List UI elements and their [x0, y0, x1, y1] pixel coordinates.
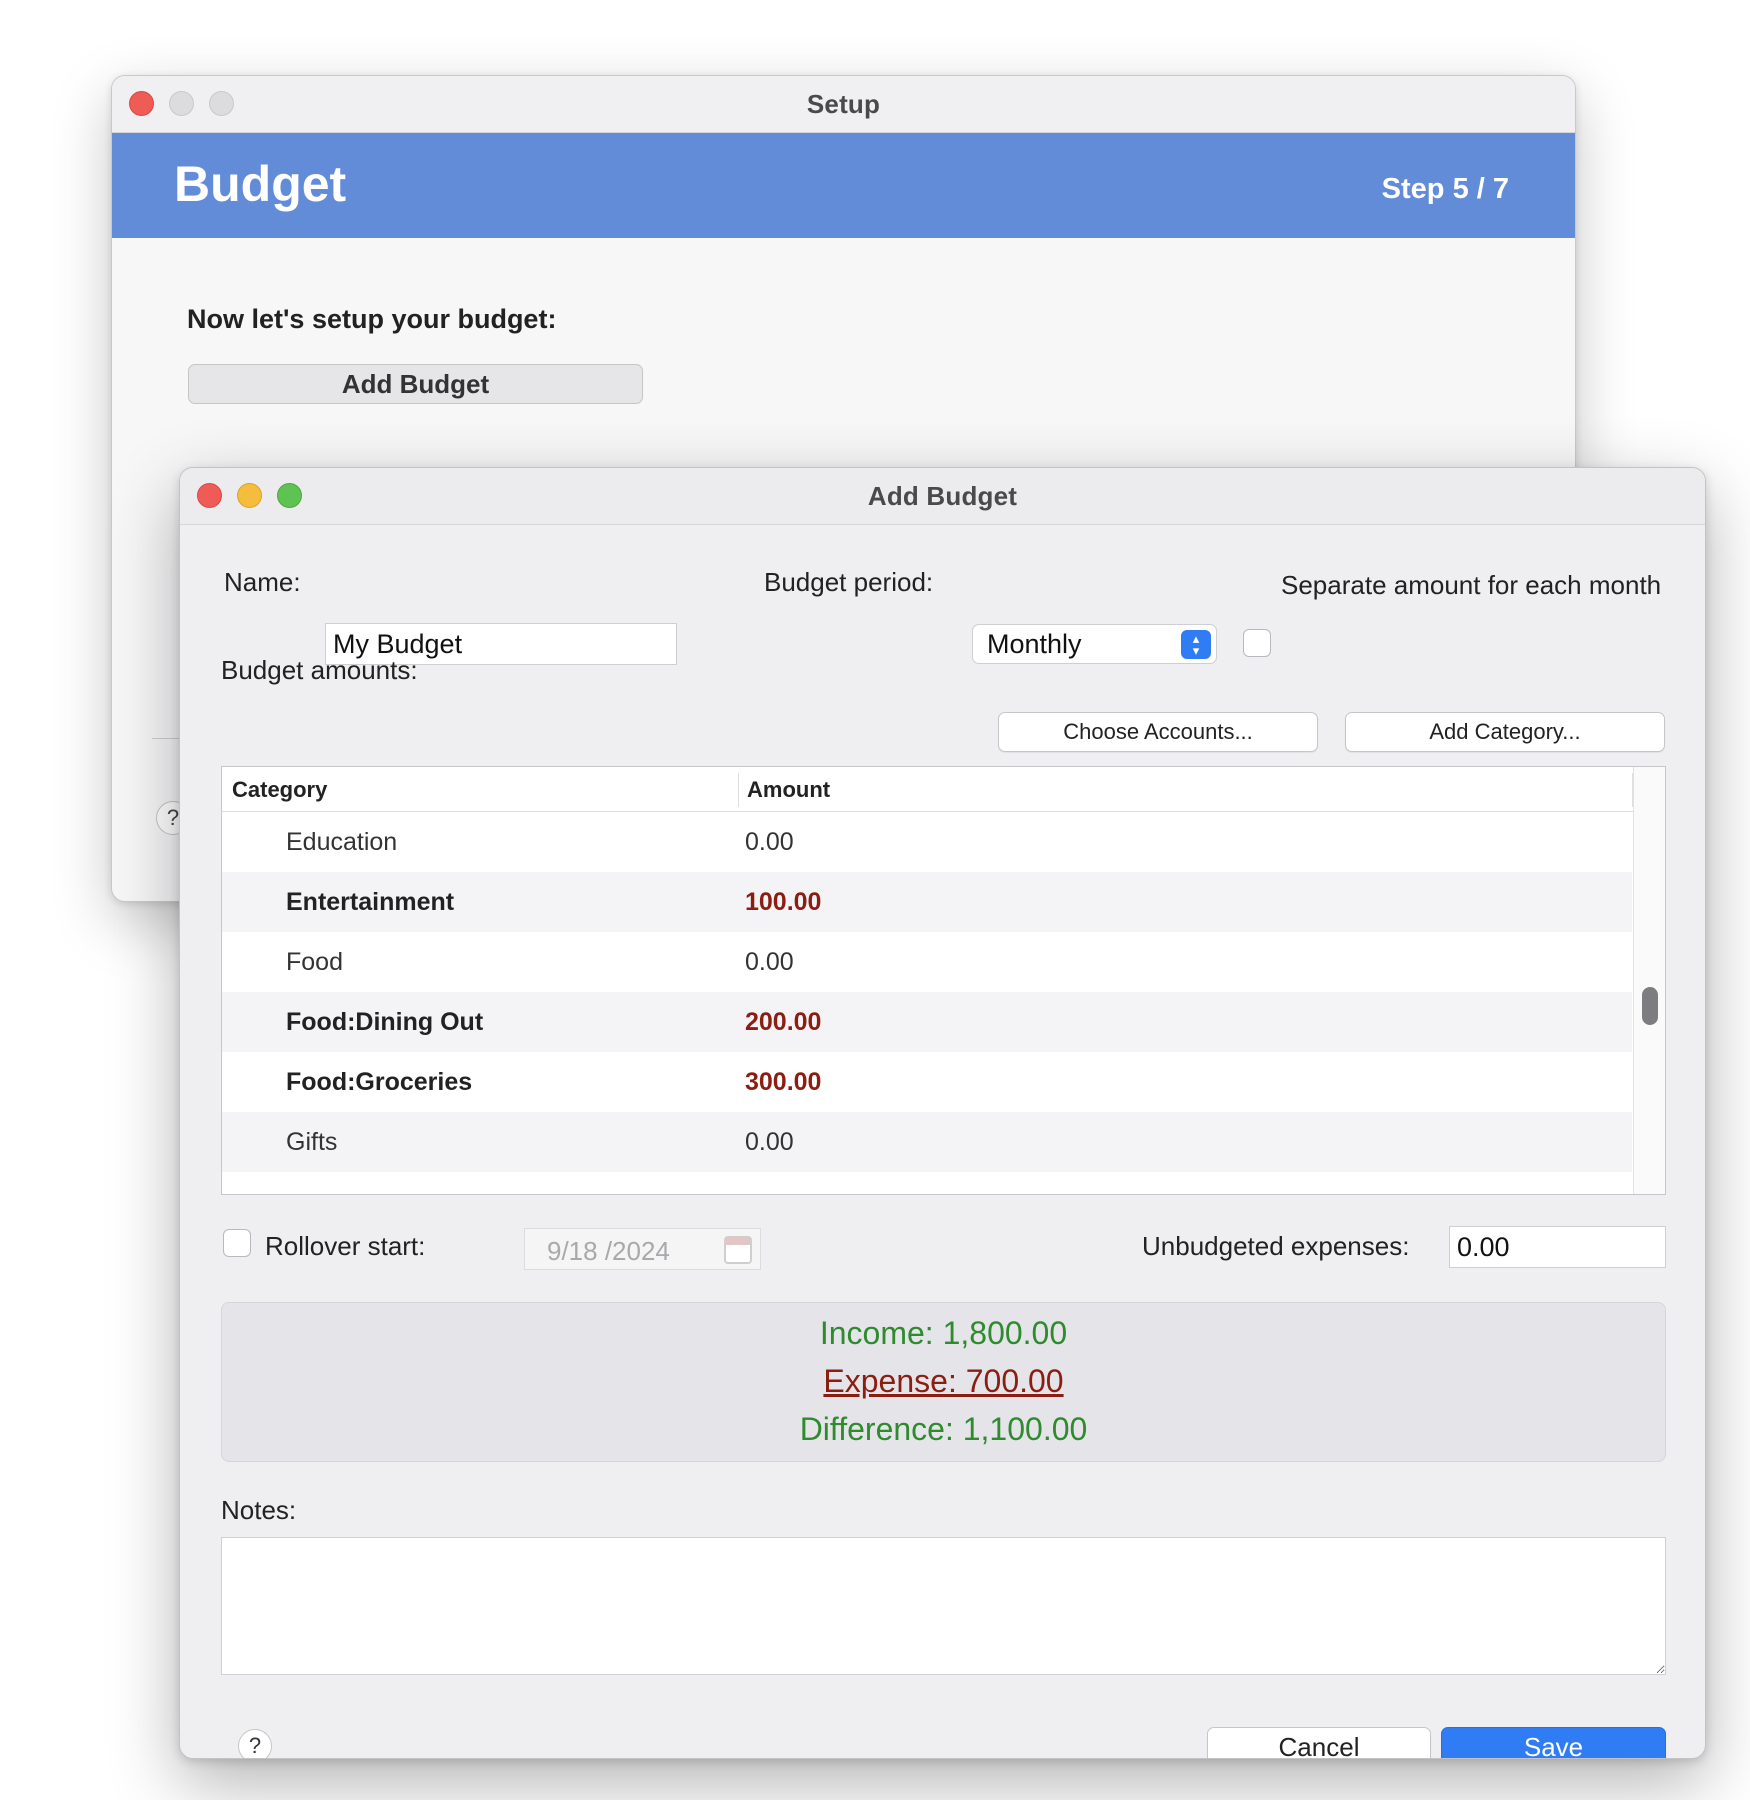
add-budget-window: Add Budget Name: Budget period: Monthly …	[179, 467, 1706, 1759]
category-cell: Education	[286, 828, 398, 856]
window-title: Add Budget	[867, 480, 1018, 511]
setup-prompt: Now let's setup your budget:	[187, 304, 557, 334]
column-divider	[738, 773, 739, 807]
cancel-button[interactable]: Cancel	[1207, 1727, 1431, 1758]
table-body: Education 0.00 Entertainment 100.00 Food…	[222, 812, 1632, 1172]
rollover-date-value: 9/18 /2024	[547, 1236, 670, 1266]
minimize-window-button[interactable]	[169, 91, 194, 116]
column-header-category[interactable]: Category	[232, 777, 327, 803]
setup-header: Budget Step 5 / 7	[112, 133, 1575, 238]
add-budget-body: Name: Budget period: Monthly ▴▾ Separate…	[180, 525, 1705, 1758]
notes-textarea[interactable]	[221, 1537, 1666, 1675]
rollover-start-label: Rollover start:	[265, 1231, 426, 1261]
close-window-button[interactable]	[197, 483, 222, 508]
close-window-button[interactable]	[129, 91, 154, 116]
category-cell: Food:Groceries	[286, 1068, 473, 1096]
table-row[interactable]: Food 0.00	[222, 932, 1632, 992]
budget-period-label: Budget period:	[764, 567, 934, 597]
add-budget-titlebar: Add Budget	[180, 468, 1705, 525]
budget-period-select[interactable]: Monthly ▴ ▾	[972, 624, 1217, 664]
table-row[interactable]: Education 0.00	[222, 812, 1632, 872]
scrollbar-thumb[interactable]	[1642, 987, 1658, 1025]
budget-period-value: Monthly	[987, 629, 1082, 659]
table-row[interactable]: Gifts 0.00	[222, 1112, 1632, 1172]
calendar-icon[interactable]	[724, 1236, 752, 1264]
table-scrollbar[interactable]	[1633, 767, 1665, 1194]
budget-summary: Income: 1,800.00 Expense: 700.00 Differe…	[221, 1302, 1666, 1462]
category-cell: Food	[286, 948, 343, 976]
table-row[interactable]: Entertainment 100.00	[222, 872, 1632, 932]
unbudgeted-expenses-input[interactable]	[1449, 1226, 1666, 1268]
zoom-window-button[interactable]	[277, 483, 302, 508]
category-cell: Food:Dining Out	[286, 1008, 484, 1036]
help-button[interactable]: ?	[238, 1729, 272, 1758]
column-header-amount[interactable]: Amount	[747, 777, 830, 803]
zoom-window-button[interactable]	[209, 91, 234, 116]
amount-cell[interactable]: 300.00	[745, 1068, 821, 1097]
table-header: Category Amount	[222, 767, 1665, 812]
unbudgeted-expenses-label: Unbudgeted expenses:	[1142, 1231, 1410, 1261]
rollover-date-field[interactable]: 9/18 /2024	[524, 1228, 761, 1270]
add-category-button[interactable]: Add Category...	[1345, 712, 1665, 752]
amount-cell[interactable]: 0.00	[745, 828, 794, 857]
setup-titlebar: Setup	[112, 76, 1575, 133]
amount-cell[interactable]: 200.00	[745, 1008, 821, 1037]
choose-accounts-button[interactable]: Choose Accounts...	[998, 712, 1318, 752]
chevron-up-down-icon: ▴ ▾	[1181, 630, 1211, 659]
category-cell: Gifts	[286, 1128, 338, 1156]
category-cell: Entertainment	[286, 888, 455, 916]
difference-total: Difference: 1,100.00	[799, 1411, 1088, 1447]
amount-cell[interactable]: 0.00	[745, 948, 794, 977]
table-row[interactable]: Food:Groceries 300.00	[222, 1052, 1632, 1112]
window-controls	[129, 91, 234, 116]
separate-amount-label: Separate amount for each month	[1281, 570, 1662, 600]
notes-label: Notes:	[221, 1495, 297, 1525]
window-controls	[197, 483, 302, 508]
add-budget-button[interactable]: Add Budget	[188, 364, 643, 404]
table-row[interactable]: Food:Dining Out 200.00	[222, 992, 1632, 1052]
save-button[interactable]: Save	[1441, 1727, 1666, 1758]
window-title: Setup	[806, 88, 881, 119]
budget-table: Category Amount Education 0.00 Entertain…	[221, 766, 1666, 1195]
income-total: Income: 1,800.00	[819, 1315, 1068, 1351]
amount-cell[interactable]: 100.00	[745, 888, 821, 917]
budget-amounts-label: Budget amounts:	[221, 655, 418, 685]
rollover-checkbox[interactable]	[223, 1229, 251, 1257]
name-label: Name:	[224, 567, 301, 597]
amount-cell[interactable]: 0.00	[745, 1128, 794, 1157]
separate-amount-checkbox[interactable]	[1243, 629, 1271, 657]
page-title: Budget	[174, 156, 347, 212]
minimize-window-button[interactable]	[237, 483, 262, 508]
step-indicator: Step 5 / 7	[1381, 173, 1509, 205]
expense-total[interactable]: Expense: 700.00	[222, 1363, 1665, 1400]
